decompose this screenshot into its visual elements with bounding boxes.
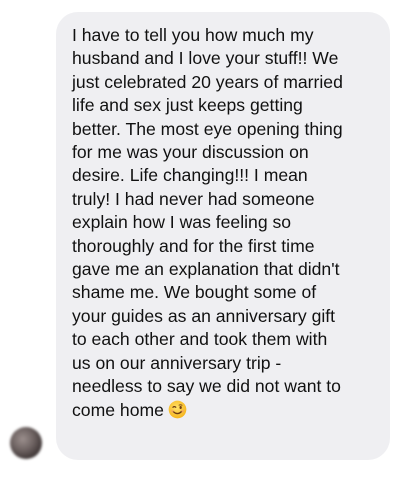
message-line: needless to say we did not want to <box>72 376 341 397</box>
message-bubble[interactable]: I have to tell you how much my husband a… <box>56 12 390 460</box>
message-line: truly! I had never had someone <box>72 188 315 209</box>
message-line: to each other and took them with <box>72 329 328 350</box>
message-line: I have to tell you how much my <box>72 25 314 45</box>
message-line: gave me an explanation that didn't <box>72 259 340 280</box>
message-line: your guides as an anniversary gift <box>72 305 336 326</box>
message-line: us on our anniversary trip - <box>72 352 282 373</box>
message-line: for me was your discussion on <box>72 142 309 163</box>
message-line: life and sex just keeps getting <box>72 95 303 116</box>
message-line-last: come home <box>72 399 376 422</box>
message-line: shame me. We bought some of <box>72 282 317 303</box>
winking-face-icon <box>168 400 187 418</box>
message-line: explain how I was feeling so <box>72 212 292 233</box>
sender-avatar[interactable] <box>10 427 42 459</box>
message-line-text: come home <box>72 399 164 420</box>
message-line: just celebrated 20 years of married <box>72 71 343 92</box>
message-line: desire. Life changing!!! I mean <box>72 165 308 186</box>
message-line: better. The most eye opening thing <box>72 118 343 139</box>
message-line: husband and I love your stuff!! We <box>72 48 339 69</box>
message-line: thoroughly and for the first time <box>72 235 315 256</box>
